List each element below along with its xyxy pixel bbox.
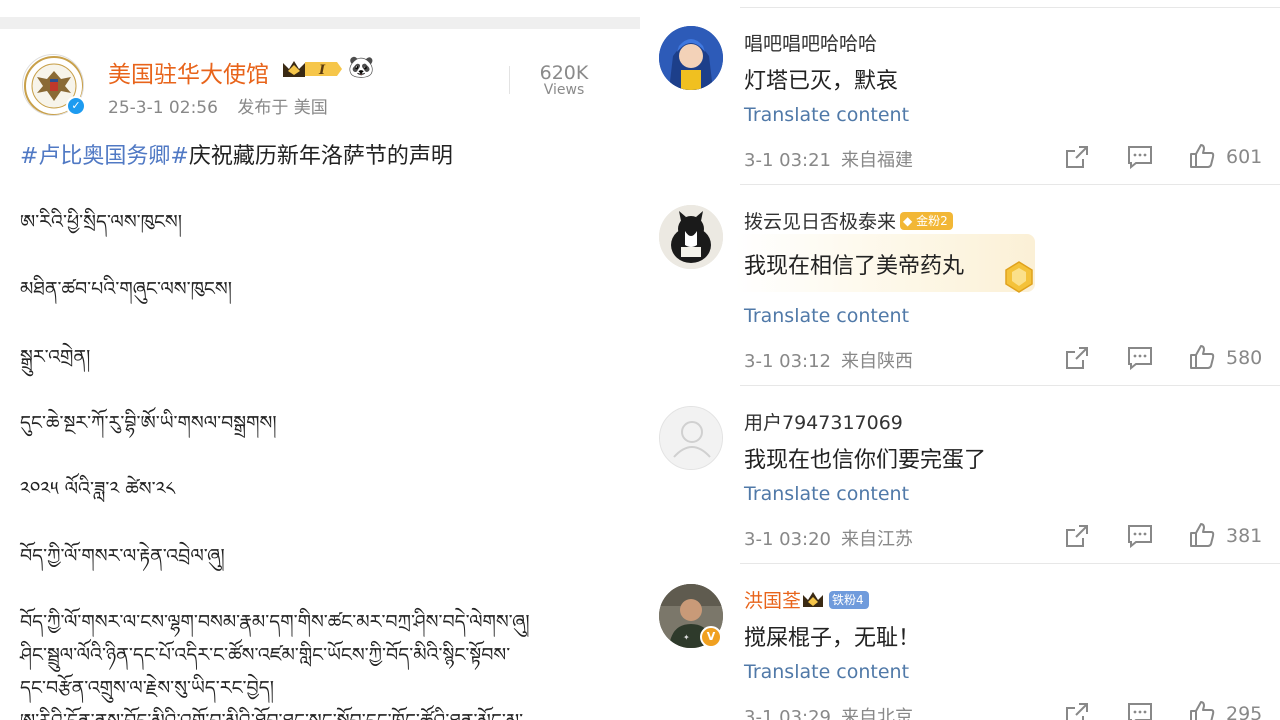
share-icon[interactable] — [1063, 522, 1091, 550]
verified-icon: ✓ — [66, 96, 86, 116]
comment-location: 来自福建 — [841, 150, 913, 171]
translate-link[interactable]: Translate content — [744, 104, 909, 126]
translate-link[interactable]: Translate content — [744, 305, 909, 327]
panda-icon: 🐼 — [348, 55, 375, 79]
fan-badge-label: 金粉2 — [916, 213, 948, 228]
comment-time: 3-1 03:21 — [744, 150, 831, 171]
comment-username[interactable]: 拨云见日否极泰来 ◆ 金粉2 — [744, 207, 953, 234]
crown-icon: I — [283, 61, 342, 78]
avatar[interactable] — [659, 406, 723, 470]
tibetan-line: སྒྲུར་འགྲེན། — [20, 346, 91, 368]
fan-badge: 铁粉4 — [829, 590, 869, 609]
tibetan-line: མཐིན་ཚབ་པའི་གཞུང་ལས་ཁུངས། — [20, 278, 232, 300]
hashtag-link[interactable]: #卢比奥国务卿# — [20, 144, 189, 169]
comment-meta: 3-1 03:20 来自江苏 — [744, 525, 923, 551]
comment-username-text: 洪国荃 — [744, 590, 802, 612]
comment-meta: 3-1 03:12 来自陕西 — [744, 347, 923, 373]
comment-username[interactable]: 洪国荃 铁粉4 — [744, 586, 869, 613]
comment-icon[interactable] — [1126, 143, 1154, 171]
post-timestamp: 25-3-1 02:56 — [108, 98, 218, 118]
share-icon[interactable] — [1063, 344, 1091, 372]
comment-text: 灯塔已灭，默哀 — [744, 69, 899, 94]
comments-pane: 唱吧唱吧哈哈哈 灯塔已灭，默哀 Translate content 3-1 03… — [640, 0, 1280, 720]
verified-icon: V — [700, 626, 722, 648]
divider — [509, 66, 510, 94]
translate-link[interactable]: Translate content — [744, 661, 909, 683]
views-count: 620K — [539, 62, 589, 84]
comment-username-text: 拨云见日否极泰来 — [744, 211, 897, 233]
fan-badge: ◆ 金粉2 — [900, 211, 953, 230]
comment-text: 我现在也信你们要完蛋了 — [744, 448, 987, 473]
comment-icon[interactable] — [1126, 700, 1154, 720]
headline-text: 庆祝藏历新年洛萨节的声明 — [188, 144, 453, 169]
post-headline: #卢比奥国务卿#庆祝藏历新年洛萨节的声明 — [20, 138, 453, 170]
comment-separator — [740, 184, 1280, 185]
like-count: 295 — [1226, 703, 1263, 720]
comment-location: 来自江苏 — [841, 529, 913, 550]
tibetan-line: དུང་ཆེ་སྔར་ཀོ་རུ་བྷི་ཨོ་ཡི་གསལ་བསྒྲགས། — [20, 412, 277, 434]
gem-icon — [1005, 261, 1033, 293]
comment-separator — [740, 7, 1280, 8]
share-icon[interactable] — [1063, 700, 1091, 720]
top-divider-bar — [0, 17, 640, 29]
like-icon[interactable] — [1188, 343, 1216, 371]
like-icon[interactable] — [1188, 142, 1216, 170]
post-meta: 25-3-1 02:56 发布于 美国 — [108, 93, 342, 118]
comment-username[interactable]: 唱吧唱吧哈哈哈 — [744, 29, 877, 56]
author-name[interactable]: 美国驻华大使馆 — [108, 55, 269, 89]
comment-location: 来自北京 — [841, 707, 913, 720]
tibetan-line: ༢༠༢༥ ལོའི་ཟླ་༢ ཚེས་༢༨ — [20, 478, 176, 500]
level-badge: I — [318, 63, 326, 78]
comment-time: 3-1 03:29 — [744, 707, 831, 720]
svg-text:✦: ✦ — [683, 633, 690, 642]
tibetan-line: བོད་ཀྱི་ལོ་གསར་ལ་རྟེན་འབྲེལ་ཞུ། — [20, 545, 225, 567]
share-icon[interactable] — [1063, 143, 1091, 171]
like-count: 381 — [1226, 525, 1263, 547]
comment-time: 3-1 03:20 — [744, 529, 831, 550]
comment-separator — [740, 385, 1280, 386]
crown-icon — [803, 591, 824, 607]
avatar[interactable] — [659, 205, 723, 269]
views-label: Views — [543, 82, 585, 98]
comment-meta: 3-1 03:21 来自福建 — [744, 146, 923, 172]
like-icon[interactable] — [1188, 521, 1216, 549]
comment-meta: 3-1 03:29 来自北京 — [744, 703, 923, 720]
views-counter: 620K Views — [528, 62, 600, 98]
translate-link[interactable]: Translate content — [744, 483, 909, 505]
comment-location: 来自陕西 — [841, 351, 913, 372]
post-location: 发布于 美国 — [237, 98, 328, 118]
comment-text: 我现在相信了美帝药丸 — [744, 254, 965, 279]
comment-text: 搅屎棍子，无耻！ — [744, 626, 921, 651]
like-count: 601 — [1226, 146, 1263, 168]
tibetan-line: ཨ་རིའི་དོན་ནས་བོད་མིའི་འགྲོ་བ་མིའི་ཐོབ་ཐ… — [20, 699, 523, 720]
post-pane: ✓ 美国驻华大使馆 I 🐼 25-3-1 02:56 发布于 美国 620K V… — [0, 0, 640, 720]
comment-username[interactable]: 用户7947317069 — [744, 408, 903, 435]
comment-icon[interactable] — [1126, 344, 1154, 372]
tibetan-line: ཨ་རིའི་ཕྱི་སྲིད་ལས་ཁུངས། — [20, 211, 182, 233]
like-count: 580 — [1226, 347, 1263, 369]
comment-separator — [740, 563, 1280, 564]
like-icon[interactable] — [1188, 699, 1216, 720]
comment-icon[interactable] — [1126, 522, 1154, 550]
avatar[interactable] — [659, 26, 723, 90]
comment-time: 3-1 03:12 — [744, 351, 831, 372]
